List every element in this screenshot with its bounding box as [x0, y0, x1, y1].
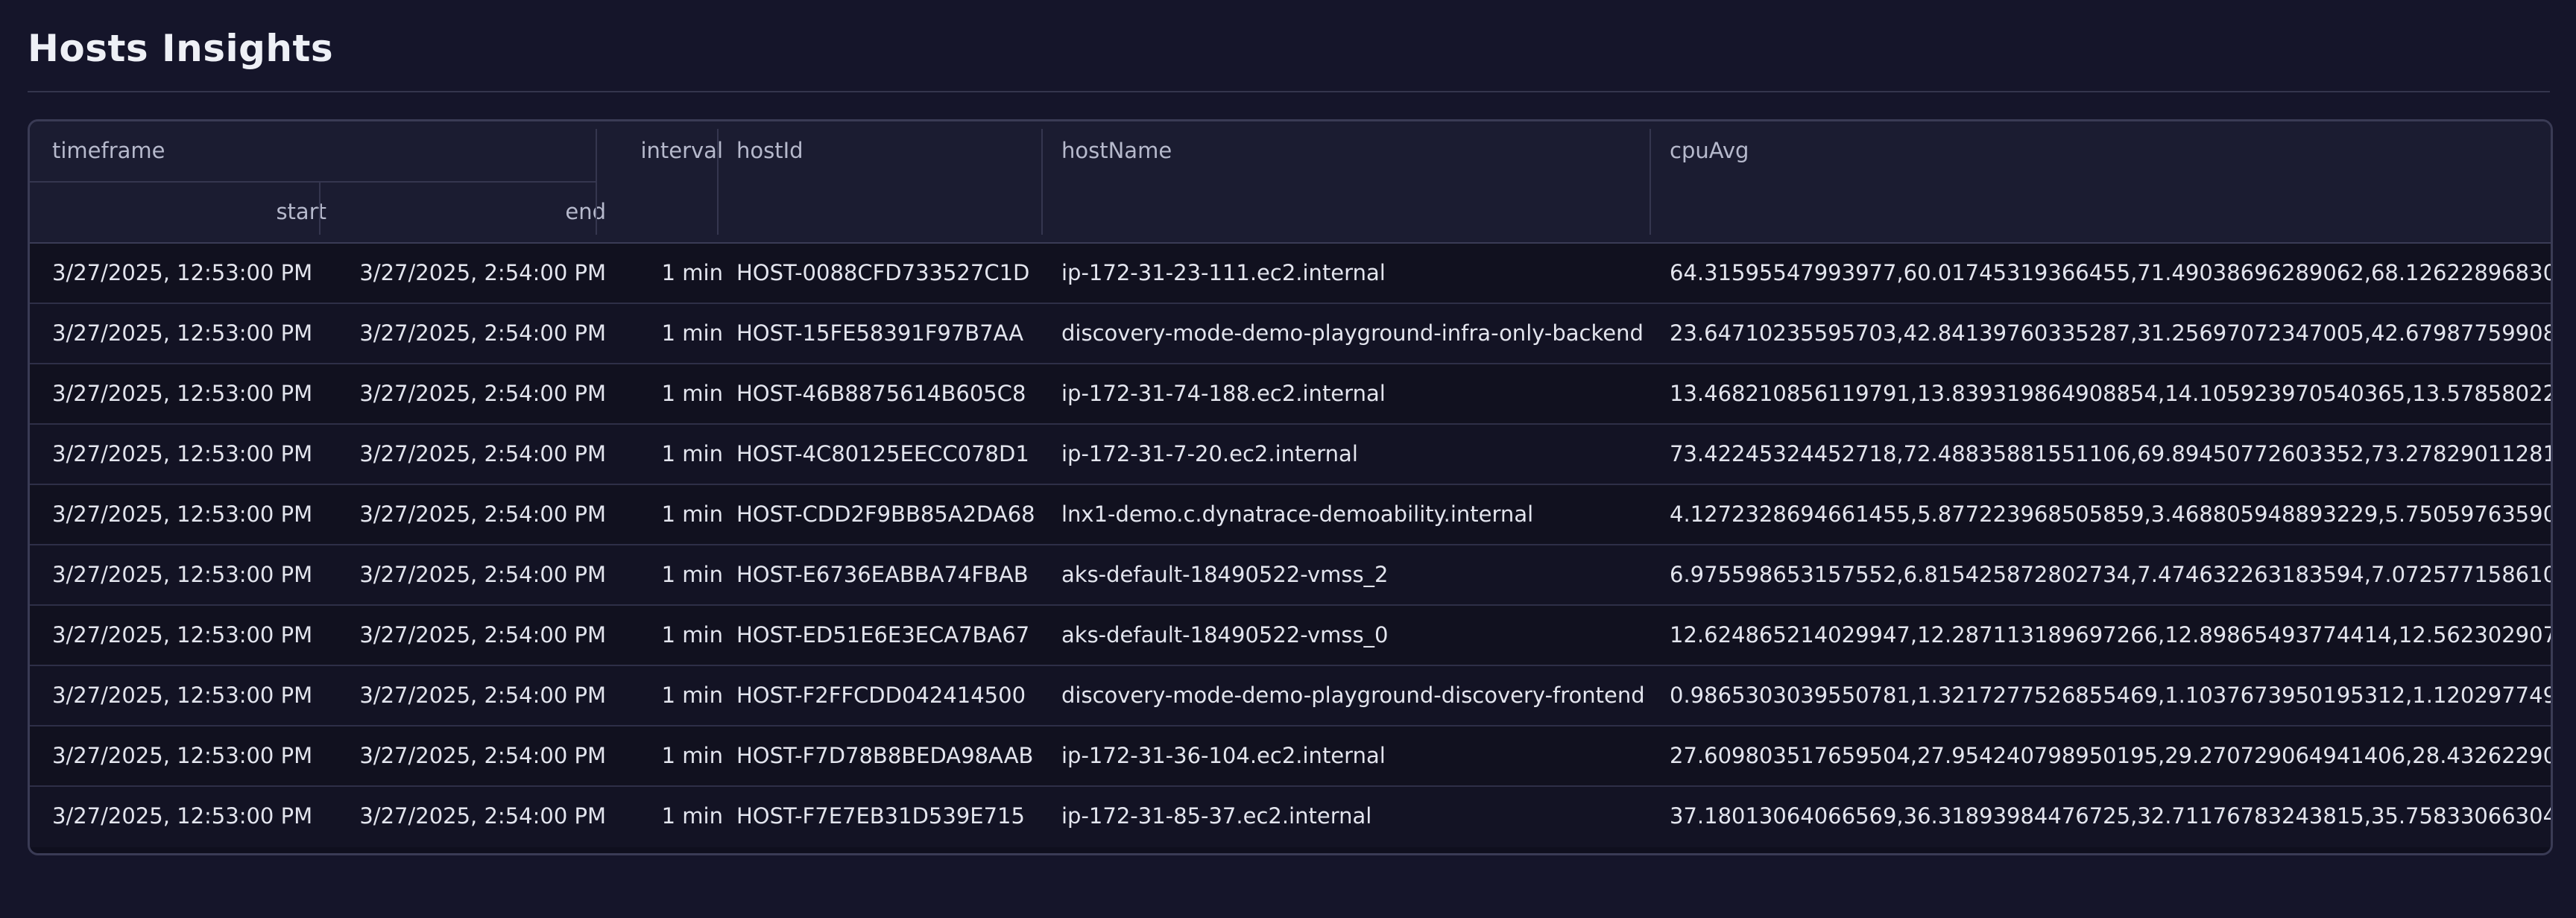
hosts-table[interactable]: timeframe interval hostId hostName cpuAv… — [28, 119, 2553, 855]
cell-cpuavg: 27.609803517659504,27.954240798950195,29… — [1670, 743, 2551, 768]
title-divider — [28, 91, 2550, 92]
cell-cpuavg: 12.624865214029947,12.287113189697266,12… — [1670, 622, 2551, 648]
header-group-divider — [30, 181, 596, 183]
cell-hostname: ip-172-31-36-104.ec2.internal — [1061, 743, 1386, 768]
cell-cpuavg: 4.1272328694661455,5.877223968505859,3.4… — [1670, 501, 2551, 527]
page-title: Hosts Insights — [28, 27, 334, 70]
table-header: timeframe interval hostId hostName cpuAv… — [30, 121, 2551, 244]
cell-end: 3/27/2025, 2:54:00 PM — [359, 441, 606, 466]
table-row[interactable]: 3/27/2025, 12:53:00 PM 3/27/2025, 2:54:00… — [30, 666, 2551, 727]
table-row[interactable]: 3/27/2025, 12:53:00 PM 3/27/2025, 2:54:00… — [30, 727, 2551, 787]
header-hostid-divider — [1041, 129, 1043, 235]
cell-end: 3/27/2025, 2:54:00 PM — [359, 260, 606, 285]
cell-end: 3/27/2025, 2:54:00 PM — [359, 743, 606, 768]
header-timeframe[interactable]: timeframe — [52, 138, 165, 163]
cell-cpuavg: 37.18013064066569,36.31893984476725,32.7… — [1670, 803, 2551, 829]
table-row[interactable]: 3/27/2025, 12:53:00 PM 3/27/2025, 2:54:00… — [30, 244, 2551, 304]
header-hostname-divider — [1650, 129, 1651, 235]
table-row[interactable]: 3/27/2025, 12:53:00 PM 3/27/2025, 2:54:00… — [30, 485, 2551, 545]
header-timeframe-divider — [596, 129, 597, 235]
cell-start: 3/27/2025, 12:53:00 PM — [52, 260, 313, 285]
cell-interval: 1 min — [661, 320, 723, 346]
table-row[interactable]: 3/27/2025, 12:53:00 PM 3/27/2025, 2:54:00… — [30, 304, 2551, 364]
cell-cpuavg: 13.468210856119791,13.839319864908854,14… — [1670, 381, 2551, 406]
cell-start: 3/27/2025, 12:53:00 PM — [52, 320, 313, 346]
cell-interval: 1 min — [661, 501, 723, 527]
cell-hostname: aks-default-18490522-vmss_2 — [1061, 562, 1389, 587]
cell-hostname: discovery-mode-demo-playground-infra-onl… — [1061, 320, 1644, 346]
cell-interval: 1 min — [661, 622, 723, 648]
cell-hostid: HOST-E6736EABBA74FBAB — [736, 562, 1029, 587]
cell-interval: 1 min — [661, 683, 723, 708]
cell-hostname: ip-172-31-23-111.ec2.internal — [1061, 260, 1386, 285]
cell-cpuavg: 73.42245324452718,72.48835881551106,69.8… — [1670, 441, 2551, 466]
cell-start: 3/27/2025, 12:53:00 PM — [52, 622, 313, 648]
header-end[interactable]: end — [341, 199, 606, 224]
cell-end: 3/27/2025, 2:54:00 PM — [359, 622, 606, 648]
header-hostid[interactable]: hostId — [736, 138, 804, 163]
cell-end: 3/27/2025, 2:54:00 PM — [359, 803, 606, 829]
cell-cpuavg: 64.31595547993977,60.01745319366455,71.4… — [1670, 260, 2551, 285]
cell-cpuavg: 23.64710235595703,42.84139760335287,31.2… — [1670, 320, 2551, 346]
cell-hostid: HOST-F2FFCDD042414500 — [736, 683, 1026, 708]
cell-end: 3/27/2025, 2:54:00 PM — [359, 320, 606, 346]
cell-hostname: ip-172-31-7-20.ec2.internal — [1061, 441, 1358, 466]
cell-hostid: HOST-CDD2F9BB85A2DA68 — [736, 501, 1035, 527]
header-start-end-divider — [319, 183, 321, 235]
cell-hostid: HOST-0088CFD733527C1D — [736, 260, 1030, 285]
cell-hostname: aks-default-18490522-vmss_0 — [1061, 622, 1389, 648]
cell-cpuavg: 6.975598653157552,6.815425872802734,7.47… — [1670, 562, 2551, 587]
cell-end: 3/27/2025, 2:54:00 PM — [359, 562, 606, 587]
cell-start: 3/27/2025, 12:53:00 PM — [52, 683, 313, 708]
header-hostname[interactable]: hostName — [1061, 138, 1172, 163]
cell-hostid: HOST-F7D78B8BEDA98AAB — [736, 743, 1034, 768]
hosts-insights-page: Hosts Insights timeframe interval hostId… — [0, 0, 2576, 918]
table-row[interactable]: 3/27/2025, 12:53:00 PM 3/27/2025, 2:54:00… — [30, 545, 2551, 606]
cell-hostname: ip-172-31-85-37.ec2.internal — [1061, 803, 1372, 829]
cell-start: 3/27/2025, 12:53:00 PM — [52, 562, 313, 587]
cell-start: 3/27/2025, 12:53:00 PM — [52, 743, 313, 768]
table-row[interactable]: 3/27/2025, 12:53:00 PM 3/27/2025, 2:54:00… — [30, 364, 2551, 425]
header-interval-divider — [717, 129, 719, 235]
cell-interval: 1 min — [661, 562, 723, 587]
cell-interval: 1 min — [661, 803, 723, 829]
cell-start: 3/27/2025, 12:53:00 PM — [52, 501, 313, 527]
cell-hostname: ip-172-31-74-188.ec2.internal — [1061, 381, 1386, 406]
cell-hostname: discovery-mode-demo-playground-discovery… — [1061, 683, 1645, 708]
header-start[interactable]: start — [45, 199, 326, 224]
cell-start: 3/27/2025, 12:53:00 PM — [52, 803, 313, 829]
cell-hostid: HOST-F7E7EB31D539E715 — [736, 803, 1025, 829]
cell-end: 3/27/2025, 2:54:00 PM — [359, 683, 606, 708]
cell-end: 3/27/2025, 2:54:00 PM — [359, 501, 606, 527]
table-row[interactable]: 3/27/2025, 12:53:00 PM 3/27/2025, 2:54:00… — [30, 425, 2551, 485]
cell-hostid: HOST-ED51E6E3ECA7BA67 — [736, 622, 1030, 648]
cell-interval: 1 min — [661, 441, 723, 466]
header-interval[interactable]: interval — [616, 138, 723, 163]
cell-hostid: HOST-46B8875614B605C8 — [736, 381, 1026, 406]
cell-end: 3/27/2025, 2:54:00 PM — [359, 381, 606, 406]
cell-hostname: lnx1-demo.c.dynatrace-demoability.intern… — [1061, 501, 1534, 527]
cell-cpuavg: 0.9865303039550781,1.3217277526855469,1.… — [1670, 683, 2551, 708]
cell-interval: 1 min — [661, 381, 723, 406]
cell-start: 3/27/2025, 12:53:00 PM — [52, 381, 313, 406]
header-cpuavg[interactable]: cpuAvg — [1670, 138, 1749, 163]
cell-hostid: HOST-4C80125EECC078D1 — [736, 441, 1029, 466]
cell-hostid: HOST-15FE58391F97B7AA — [736, 320, 1024, 346]
table-row[interactable]: 3/27/2025, 12:53:00 PM 3/27/2025, 2:54:00… — [30, 606, 2551, 666]
cell-interval: 1 min — [661, 260, 723, 285]
table-row[interactable]: 3/27/2025, 12:53:00 PM 3/27/2025, 2:54:00… — [30, 787, 2551, 847]
cell-start: 3/27/2025, 12:53:00 PM — [52, 441, 313, 466]
cell-interval: 1 min — [661, 743, 723, 768]
